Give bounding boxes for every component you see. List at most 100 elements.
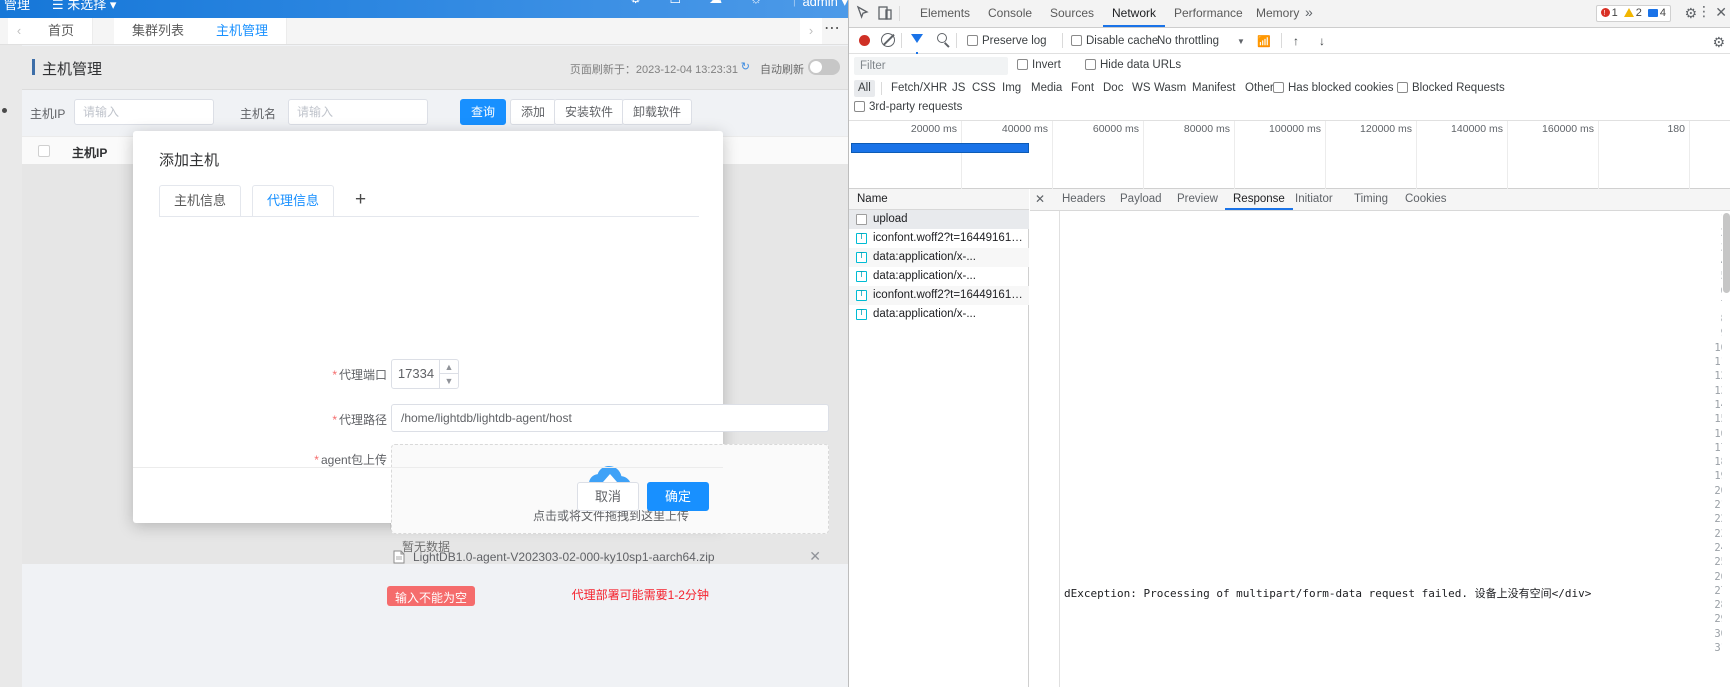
preserve-log-checkbox[interactable] [967,35,978,46]
record-icon[interactable] [859,35,870,46]
dialog-footer: 取消 确定 [133,467,723,523]
issue-counters[interactable]: 1 2 4 [1595,5,1671,22]
stepper-down-icon[interactable]: ▼ [440,374,458,388]
select-all-checkbox[interactable] [38,145,50,157]
network-conditions-icon[interactable]: 📶 [1257,35,1271,48]
host-name-input[interactable]: 请输入 [288,99,428,125]
request-row-data-3[interactable]: data:application/x-... [849,305,1029,324]
network-settings-icon[interactable]: ⚙ [1712,34,1725,51]
agent-port-stepper[interactable]: ▲ ▼ [439,360,458,388]
close-detail-icon[interactable]: ✕ [1035,192,1045,206]
request-row-data-2[interactable]: data:application/x-... [849,267,1029,286]
type-filter-wasm[interactable]: Wasm [1150,80,1190,97]
remove-file-icon[interactable]: ✕ [809,548,821,565]
detail-tab-timing[interactable]: Timing [1346,189,1396,210]
hide-data-urls-option[interactable]: Hide data URLs [1085,59,1181,71]
detail-tab-preview[interactable]: Preview [1169,189,1226,210]
agent-path-input[interactable]: /home/lightdb/lightdb-agent/host [391,404,829,432]
overview-selection-bar[interactable] [851,143,1029,153]
tab-scroll-left-icon[interactable]: ‹ [8,18,30,44]
sidebar-collapse-dot[interactable] [2,108,7,113]
tab-host-management[interactable]: 主机管理 [198,18,288,44]
query-button[interactable]: 查询 [460,99,507,125]
has-blocked-cookies-option[interactable]: Has blocked cookies [1273,82,1393,94]
response-body-viewer[interactable]: 1234567891011121314151617181920212223242… [1030,211,1730,687]
app-topbar-icons[interactable]: ⚙☐☁☼ [630,0,790,7]
detail-tab-headers[interactable]: Headers [1054,189,1113,210]
dialog-tab-agent-info[interactable]: 代理信息 [252,185,335,216]
request-row-iconfont-1[interactable]: iconfont.woff2?t=1644916100... [849,229,1029,248]
type-filter-js[interactable]: JS [948,80,969,97]
detail-tab-cookies[interactable]: Cookies [1397,189,1455,210]
type-filter-doc[interactable]: Doc [1099,80,1127,97]
invert-checkbox[interactable] [1017,59,1028,70]
detail-tab-initiator[interactable]: Initiator [1287,189,1341,210]
disable-cache-checkbox[interactable] [1071,35,1082,46]
preserve-log-option[interactable]: Preserve log [967,35,1047,47]
throttling-select[interactable]: No throttling [1157,35,1219,47]
close-icon[interactable]: ✕ [1715,4,1727,21]
netbar-divider-1 [901,33,902,48]
more-tabs-icon[interactable]: » [1305,4,1313,20]
search-icon[interactable] [937,33,947,43]
timeline-gridline [1325,121,1326,189]
has-blocked-cookies-checkbox[interactable] [1273,82,1284,93]
inspect-element-icon[interactable] [855,5,873,23]
request-row-data-1[interactable]: data:application/x-... [849,248,1029,267]
dialog-tab-host-info[interactable]: 主机信息 [159,185,242,216]
confirm-button[interactable]: 确定 [646,482,709,511]
tab-overflow-icon[interactable]: ⋯ [824,18,841,44]
request-row-iconfont-2[interactable]: iconfont.woff2?t=1644916100... [849,286,1029,305]
type-filter-manifest[interactable]: Manifest [1188,80,1239,97]
tab-sources[interactable]: Sources [1041,0,1103,27]
app-user-menu[interactable]: admin ▾ [802,0,848,10]
invert-option[interactable]: Invert [1017,59,1061,71]
filter-input[interactable]: Filter [854,57,1008,75]
detail-tab-payload[interactable]: Payload [1112,189,1170,210]
tab-scroll-right-icon[interactable]: › [800,18,822,44]
auto-refresh-toggle[interactable] [808,59,840,75]
type-filter-css[interactable]: CSS [968,80,1000,97]
blocked-requests-checkbox[interactable] [1397,82,1408,93]
kebab-menu-icon[interactable]: ⋮ [1697,3,1711,20]
tab-performance[interactable]: Performance [1165,0,1252,27]
request-row-upload[interactable]: upload [849,210,1029,229]
chevron-down-icon[interactable]: ▼ [1237,37,1245,46]
gear-icon[interactable]: ⚙ [1684,5,1697,22]
agent-port-input[interactable]: 17334 ▲ ▼ [391,359,459,389]
import-har-icon[interactable]: ↑ [1293,34,1299,48]
blocked-requests-option[interactable]: Blocked Requests [1397,82,1505,94]
stepper-up-icon[interactable]: ▲ [440,360,458,374]
uninstall-software-button[interactable]: 卸载软件 [622,99,693,125]
clear-icon[interactable] [881,33,895,47]
export-har-icon[interactable]: ↓ [1319,34,1325,48]
tab-cluster-list[interactable]: 集群列表 [114,18,204,44]
third-party-requests-option[interactable]: 3rd-party requests [854,101,962,113]
device-toolbar-icon[interactable] [877,5,895,23]
tab-console[interactable]: Console [979,0,1041,27]
cancel-button[interactable]: 取消 [576,482,639,511]
response-scrollbar[interactable] [1722,211,1730,687]
tab-memory[interactable]: Memory [1247,0,1308,27]
tab-network[interactable]: Network [1103,0,1166,27]
install-software-button[interactable]: 安装软件 [554,99,625,125]
network-overview[interactable]: 20000 ms 40000 ms 60000 ms 80000 ms 1000… [849,121,1730,189]
filter-icon[interactable] [911,34,923,57]
tab-elements[interactable]: Elements [911,0,979,27]
type-filter-all[interactable]: All [854,80,875,97]
app-cluster-selector[interactable]: ☰ 未选择 ▾ [52,0,116,13]
type-filter-fetch-xhr[interactable]: Fetch/XHR [887,80,951,97]
hide-data-urls-checkbox[interactable] [1085,59,1096,70]
tab-home[interactable]: 首页 [30,18,94,44]
third-party-checkbox[interactable] [854,101,865,112]
disable-cache-option[interactable]: Disable cache [1071,35,1158,47]
detail-tab-response[interactable]: Response [1225,189,1293,210]
add-button[interactable]: 添加 [510,99,557,125]
add-tab-icon[interactable]: + [355,187,366,213]
type-filter-media[interactable]: Media [1027,80,1066,97]
host-ip-input[interactable]: 请输入 [74,99,214,125]
refresh-icon[interactable]: ↻ [741,60,750,73]
request-list-header[interactable]: Name [849,189,1029,210]
type-filter-font[interactable]: Font [1067,80,1098,97]
type-filter-img[interactable]: Img [998,80,1025,97]
